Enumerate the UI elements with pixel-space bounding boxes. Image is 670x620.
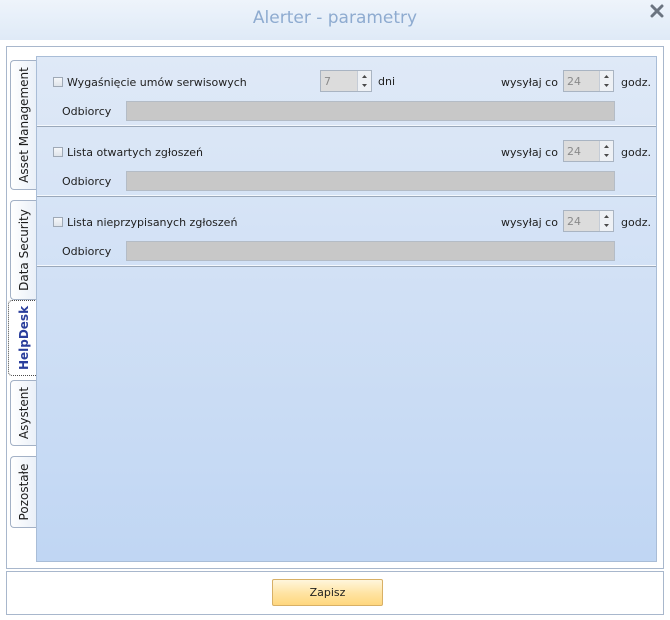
spin-down-arrow-icon[interactable] (600, 81, 613, 91)
recipients-field[interactable] (126, 101, 615, 121)
hours-stepper[interactable]: 24 (563, 140, 614, 162)
hours-value: 24 (567, 145, 581, 158)
section-contract-expiry: Wygaśnięcie umów serwisowych 7 dni wysył… (37, 57, 656, 127)
hours-stepper[interactable]: 24 (563, 210, 614, 232)
hours-stepper-buttons (599, 211, 613, 231)
vertical-tab-strip: Asset Management Data Security HelpDesk … (8, 60, 38, 570)
spin-down-arrow-icon[interactable] (600, 151, 613, 161)
tab-label: Asset Management (16, 67, 31, 183)
hours-value: 24 (567, 215, 581, 228)
recipients-label: Odbiorcy (62, 175, 112, 188)
close-x-icon (650, 4, 664, 18)
tab-helpdesk[interactable]: HelpDesk (8, 300, 38, 376)
spin-up-arrow-icon[interactable] (600, 211, 613, 221)
section-open-tickets: Lista otwartych zgłoszeń wysyłaj co 24 g… (37, 127, 656, 197)
tab-data-security[interactable]: Data Security (10, 200, 36, 300)
recipients-field[interactable] (126, 171, 615, 191)
days-stepper-buttons (357, 71, 371, 91)
days-value: 7 (324, 75, 331, 88)
hours-unit-label: godz. (621, 146, 651, 159)
tab-asset-management[interactable]: Asset Management (10, 60, 36, 190)
spin-up-arrow-icon[interactable] (358, 71, 371, 81)
window-title: Alerter - parametry (252, 8, 418, 28)
section-divider (37, 265, 656, 266)
unassigned-tickets-checkbox[interactable] (53, 217, 63, 227)
recipients-field[interactable] (126, 241, 615, 261)
spin-up-arrow-icon[interactable] (600, 141, 613, 151)
open-tickets-checkbox[interactable] (53, 147, 63, 157)
hours-stepper-buttons (599, 71, 613, 91)
spin-down-arrow-icon[interactable] (600, 221, 613, 231)
spin-down-arrow-icon[interactable] (358, 81, 371, 91)
tab-pozostale[interactable]: Pozostałe (10, 456, 36, 528)
section-unassigned-tickets: Lista nieprzypisanych zgłoszeń wysyłaj c… (37, 197, 656, 267)
helpdesk-panel: Wygaśnięcie umów serwisowych 7 dni wysył… (36, 56, 657, 562)
dialog-footer: Zapisz (6, 571, 664, 615)
tab-label: Asystent (16, 386, 31, 440)
close-button[interactable] (650, 4, 664, 18)
spin-up-arrow-icon[interactable] (600, 71, 613, 81)
hours-value: 24 (567, 75, 581, 88)
contract-expiry-label: Wygaśnięcie umów serwisowych (67, 76, 247, 89)
send-every-label: wysyłaj co (501, 146, 558, 159)
send-every-label: wysyłaj co (501, 76, 558, 89)
hours-stepper-buttons (599, 141, 613, 161)
open-tickets-label: Lista otwartych zgłoszeń (67, 146, 203, 159)
hours-stepper[interactable]: 24 (563, 70, 614, 92)
days-unit-label: dni (378, 75, 396, 88)
send-every-label: wysyłaj co (501, 216, 558, 229)
tab-label: HelpDesk (16, 305, 31, 371)
section-divider (37, 125, 656, 126)
title-bar: Alerter - parametry (0, 0, 670, 40)
alerter-window: Alerter - parametry Asset Management Dat… (0, 0, 670, 620)
tab-label: Pozostałe (16, 463, 31, 521)
contract-expiry-checkbox[interactable] (53, 77, 63, 87)
save-button[interactable]: Zapisz (272, 579, 383, 606)
tab-label: Data Security (16, 209, 31, 291)
recipients-label: Odbiorcy (62, 105, 112, 118)
tab-asystent[interactable]: Asystent (10, 380, 36, 446)
days-stepper[interactable]: 7 (320, 70, 372, 92)
section-divider (37, 195, 656, 196)
hours-unit-label: godz. (621, 76, 651, 89)
recipients-label: Odbiorcy (62, 245, 112, 258)
hours-unit-label: godz. (621, 216, 651, 229)
unassigned-tickets-label: Lista nieprzypisanych zgłoszeń (67, 216, 238, 229)
